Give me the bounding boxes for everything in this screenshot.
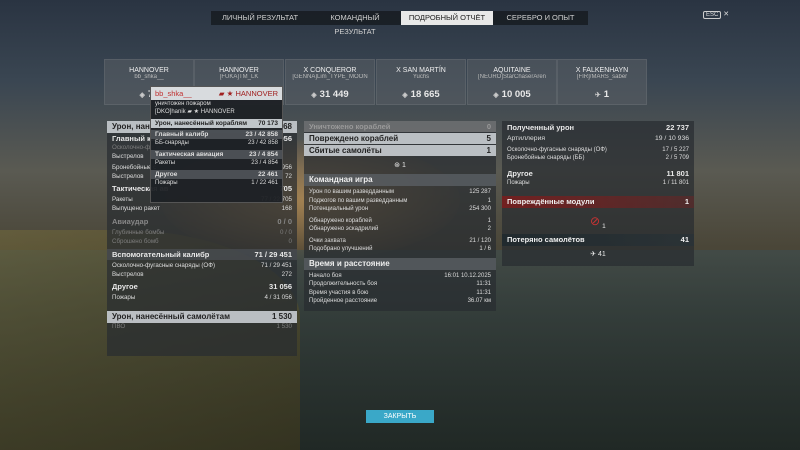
tooltip-other: Другое 22 461 bbox=[151, 170, 282, 179]
list-item: Обнаружено эскадрилий 2 bbox=[309, 226, 491, 232]
received-panel: Полученный урон 22 737 Артиллерия 19 / 10 … bbox=[502, 121, 694, 266]
fires-row: Пожары 4 / 31 056 bbox=[112, 294, 292, 301]
tooltip-rockets: Ракеты 23 / 4 854 bbox=[155, 160, 278, 166]
other-received: Другое 11 801 bbox=[507, 168, 689, 178]
ship-class-icon: ▰ bbox=[218, 89, 225, 98]
tab-detailed[interactable]: Подробный отчёт bbox=[401, 11, 493, 25]
ap-row: Бронебойные снаряды (ББ) 2 / 5 709 bbox=[507, 155, 689, 161]
list-item: Урон по вашим разведданным 125 287 bbox=[309, 189, 491, 195]
shots-row: Выстрелов 272 bbox=[112, 270, 292, 278]
target-icon: ◈ bbox=[402, 92, 408, 99]
planes-lost-icon-row: ✈ 41 bbox=[590, 250, 606, 259]
module-damage-icon: ⊘ bbox=[590, 214, 601, 228]
ship-name: AQUITAINE bbox=[493, 67, 531, 74]
tab-bar: Личный результат Командный результат Под… bbox=[211, 11, 588, 36]
rockets-fired-row: Выпущено ракет 168 bbox=[112, 204, 292, 212]
planes-shot: Сбитые самолёты 1 bbox=[304, 145, 496, 156]
player-card[interactable]: AQUITAINE [NEURO]StarChaserAren ◈ 10 005 bbox=[467, 59, 557, 105]
tooltip-header: bb_shka__ ▰ ★ HANNOVER bbox=[151, 87, 282, 100]
tooltip-fires: Пожары 1 / 22 461 bbox=[155, 180, 278, 186]
ships-destroyed: Уничтожено кораблей 0 bbox=[304, 121, 496, 132]
airstrike: Авиаудар 0 / 0 bbox=[112, 217, 292, 226]
list-item: Время участия в бою 11:31 bbox=[309, 289, 491, 296]
tooltip-damage-header: Урон, нанесённый кораблям 70 173 bbox=[151, 119, 282, 128]
list-item: Продолжительность боя 11:31 bbox=[309, 281, 491, 287]
secondary-battery: Вспомогательный калибр 71 / 29 451 bbox=[107, 249, 297, 260]
tooltip-main-caliber: Главный калибр 23 / 42 858 bbox=[151, 130, 282, 139]
player-card[interactable]: X SAN MARTÍN Yuchs ◈ 18 665 bbox=[376, 59, 466, 105]
tab-personal[interactable]: Личный результат bbox=[211, 11, 309, 25]
card-value: 10 005 bbox=[501, 89, 531, 100]
player-name: [FUKA]TM_LK bbox=[219, 74, 259, 80]
plane-lost-icon: ✈ bbox=[590, 251, 597, 258]
card-value: 1 bbox=[603, 89, 610, 100]
results-panel: Уничтожено кораблей 0 Повреждено кораблей… bbox=[304, 121, 496, 311]
player-tooltip: bb_shka__ ▰ ★ HANNOVER уничтожен пожаром … bbox=[150, 86, 283, 203]
tooltip-tactical: Тактическая авиация 23 / 4 854 bbox=[151, 150, 282, 159]
ships-damaged: Повреждено кораблей 5 bbox=[304, 133, 496, 144]
depth-charges-row: Глубинные бомбы 0 / 0 bbox=[112, 229, 292, 236]
list-item: Пройденное расстояние 36.07 км bbox=[309, 298, 491, 304]
close-button[interactable]: Закрыть bbox=[366, 410, 434, 423]
list-item: Начало боя 16:01 10.12.2025 bbox=[309, 272, 491, 279]
close-icon[interactable]: ✕ bbox=[723, 11, 729, 18]
received-damage: Полученный урон 22 737 bbox=[507, 123, 689, 132]
bombs-dropped-row: Сброшено бомб 0 bbox=[112, 237, 292, 245]
player-card[interactable]: X FALKENHAYN [FIR]/MARS_saber ✈ 1 bbox=[557, 59, 647, 105]
card-value: 31 449 bbox=[319, 89, 349, 100]
list-item: Потенциальный урон 254 300 bbox=[309, 206, 491, 212]
close-control[interactable]: ESC ✕ bbox=[703, 10, 729, 19]
death-cause: уничтожен пожаром bbox=[155, 101, 211, 107]
time-distance-header: Время и расстояние bbox=[304, 257, 496, 270]
player-name: [NEURO]StarChaserAren bbox=[477, 74, 547, 80]
player-name: bb_shka__ bbox=[134, 74, 164, 80]
fires-row: Пожары 1 / 11 801 bbox=[507, 179, 689, 186]
target-icon: ◈ bbox=[311, 92, 317, 99]
planes-damage-header: Урон, нанесённый самолётам 1 530 bbox=[107, 310, 297, 323]
ship-name: HANNOVER bbox=[129, 67, 169, 74]
module-icon-row: ⊘ 1 bbox=[590, 214, 606, 230]
target-icon: ◈ bbox=[493, 92, 499, 99]
list-item: Подобрано улучшений 1 / 6 bbox=[309, 246, 491, 252]
player-name: [GENNA]Lim_TYPE_MOON bbox=[292, 74, 368, 80]
list-item: Очки захвата 21 / 120 bbox=[309, 237, 491, 244]
plane-icon: ⊛ bbox=[394, 162, 400, 169]
list-item: Поджогов по вашим разведданным 1 bbox=[309, 197, 491, 204]
player-card[interactable]: X CONQUEROR [GENNA]Lim_TYPE_MOON ◈ 31 449 bbox=[285, 59, 375, 105]
he-row: Осколочно-фугасные снаряды (ОФ) 17 / 5 22… bbox=[507, 146, 689, 153]
planes-shot-icon-row: ⊛ 1 bbox=[394, 161, 406, 170]
ship-name: X CONQUEROR bbox=[303, 67, 357, 74]
tab-credits-xp[interactable]: Серебро и опыт bbox=[493, 11, 588, 25]
aa-row: ПВО 1 530 bbox=[112, 322, 292, 330]
ship-name: X FALKENHAYN bbox=[575, 67, 629, 74]
player-name: [FIR]/MARS_saber bbox=[576, 74, 628, 80]
ship-name: HANNOVER bbox=[219, 67, 259, 74]
planes-lost: Потеряно самолётов 41 bbox=[502, 234, 694, 246]
time-list: Начало боя 16:01 10.12.2025 Продолжительн… bbox=[304, 272, 496, 306]
team-play-header: Командная игра bbox=[304, 174, 496, 186]
target-icon: ◈ bbox=[139, 92, 145, 99]
esc-key-icon: ESC bbox=[703, 11, 722, 19]
list-item: Обнаружено кораблей 1 bbox=[309, 217, 491, 224]
killer: [DKO]hanik ▰ ★ HANNOVER bbox=[155, 109, 235, 115]
he-shells-row: Осколочно-фугасные снаряды (ОФ) 71 / 29 4… bbox=[112, 262, 292, 269]
tab-team[interactable]: Командный результат bbox=[309, 11, 401, 36]
ship-name: X SAN MARTÍN bbox=[396, 67, 446, 74]
tooltip-ap: ББ-снаряды 23 / 42 858 bbox=[155, 140, 278, 146]
damaged-modules: Повреждённые модули 1 bbox=[502, 196, 694, 208]
card-value: 18 665 bbox=[410, 89, 440, 100]
artillery-row: Артиллерия 19 / 10 936 bbox=[507, 135, 689, 142]
other-damage: Другое 31 056 bbox=[112, 282, 292, 291]
team-play-list: Урон по вашим разведданным 125 287 Поджог… bbox=[304, 188, 496, 254]
plane-icon: ✈ bbox=[594, 92, 601, 99]
player-name: Yuchs bbox=[412, 74, 430, 80]
